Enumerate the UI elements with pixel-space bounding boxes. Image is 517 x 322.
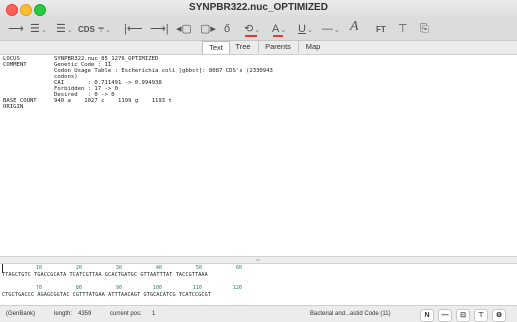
sequence-line: CTGCTGACCC AGAGCGGTAC CGTTTATGAA ATTTAAC…	[2, 292, 212, 298]
link-icon: ⟲	[244, 23, 254, 35]
chevron-down-icon: ⌄	[66, 27, 73, 34]
copy-icon[interactable]: ⎘	[420, 21, 429, 37]
font-icon[interactable]: A	[350, 19, 359, 35]
translate-icon[interactable]: ⊤	[398, 21, 408, 37]
chevron-down-icon: ⌄	[334, 27, 340, 34]
status-bar: (GenBank) length: 4359 current pos: 1 Ba…	[0, 305, 517, 322]
title-bar: SYNPBR322.nuc_OPTIMIZED	[0, 0, 517, 18]
position-number: 60	[235, 265, 242, 271]
ft-button[interactable]: FT	[376, 22, 386, 38]
position-number: 90	[115, 285, 122, 291]
mark-icon: ő	[224, 23, 231, 35]
sequence-block: 10 20 30 40 50 60 TTAGCTGTC TGACCGCATA T…	[2, 265, 510, 279]
minus-button[interactable]: —	[438, 309, 452, 322]
chevron-down-icon: ⌄	[105, 27, 112, 34]
chevron-down-icon: ⌄	[280, 27, 287, 34]
position-number: 30	[115, 265, 122, 271]
settings-icon[interactable]: ⚙	[492, 309, 506, 322]
format-label: (GenBank)	[6, 311, 36, 317]
origin-row: ORIGIN	[3, 104, 24, 110]
n-button[interactable]: N	[420, 309, 434, 322]
position-number: 50	[195, 265, 202, 271]
select-left-icon[interactable]: ◂▢	[176, 21, 192, 37]
font-color-indicator	[273, 35, 283, 37]
view-tabs: Text Tree Parents Map	[0, 41, 517, 55]
chevron-down-icon: ⌄	[254, 27, 261, 34]
position-number: 120	[232, 285, 242, 291]
tab-text[interactable]: Text	[202, 41, 230, 54]
genetic-code-label[interactable]: Bacterial and...astid Code (11)	[310, 311, 391, 317]
mark-dropdown[interactable]: ő	[224, 21, 230, 37]
chevron-down-icon: ⌄	[40, 27, 47, 34]
chevron-down-icon: ⌄	[306, 27, 313, 34]
align-lines-icon: ☰	[30, 23, 40, 35]
length-label: length:	[54, 311, 73, 317]
tab-parents[interactable]: Parents	[258, 41, 297, 53]
position-number: 40	[155, 265, 162, 271]
tab-map[interactable]: Map	[298, 41, 327, 53]
position-number: 100	[152, 285, 162, 291]
ruler-dropdown[interactable]: ⫧⌄	[98, 21, 111, 37]
list-lines-icon: ☰	[56, 23, 66, 35]
ruler-icon: ⫧	[98, 23, 105, 35]
wrap-arrow-icon[interactable]: ⟶	[8, 21, 24, 37]
lock-icon[interactable]: ⊡	[456, 309, 470, 322]
window-title: SYNPBR322.nuc_OPTIMIZED	[189, 2, 328, 13]
strike-dropdown[interactable]: —⌄	[322, 21, 340, 37]
position-number: 20	[75, 265, 82, 271]
align-dropdown[interactable]: ☰⌄	[30, 21, 47, 37]
grip-icon: •••	[256, 257, 261, 262]
select-right-icon[interactable]: ▢▸	[200, 21, 216, 37]
list-dropdown[interactable]: ☰⌄	[56, 21, 73, 37]
pin-icon[interactable]: ⊤	[474, 309, 488, 322]
position-number: 70	[35, 285, 42, 291]
jump-end-icon[interactable]: ⟶|	[150, 21, 169, 37]
underline-icon: U	[298, 23, 306, 35]
position-value: 1	[152, 311, 156, 317]
position-number: 110	[192, 285, 202, 291]
underline-dropdown[interactable]: U⌄	[298, 21, 313, 37]
tab-tree[interactable]: Tree	[230, 41, 256, 53]
app-window: SYNPBR322.nuc_OPTIMIZED ⟶ ☰⌄ ☰⌄ CDS ⫧⌄ |…	[0, 0, 517, 322]
sequence-line: TTAGCTGTC TGACCGCATA TCATCGTTAA GCACTGAT…	[2, 272, 208, 278]
strike-icon: —	[322, 23, 333, 35]
jump-start-icon[interactable]: |⟵	[124, 21, 143, 37]
position-number: 80	[75, 285, 82, 291]
position-label: current pos:	[110, 311, 142, 317]
font-color-icon: A	[272, 23, 280, 35]
length-value: 4359	[78, 311, 92, 317]
toolbar: ⟶ ☰⌄ ☰⌄ CDS ⫧⌄ |⟵ ⟶| ◂▢ ▢▸ ő ⟲⌄ A⌄ U⌄ —⌄…	[0, 18, 517, 41]
sequence-block: 70 80 90 100 110 120 CTGCTGACCC AGAGCGGT…	[2, 285, 510, 299]
sequence-pane[interactable]: 10 20 30 40 50 60 TTAGCTGTC TGACCGCATA T…	[0, 263, 517, 305]
record-header: LOCUS SYNPBR322.nuc_85_1276_OPTIMIZED COM…	[0, 55, 517, 256]
cds-button[interactable]: CDS	[78, 22, 95, 38]
color-dropdown[interactable]: ⟲⌄	[244, 21, 260, 37]
position-number: 10	[35, 265, 42, 271]
font-color-dropdown[interactable]: A⌄	[272, 21, 286, 37]
color-indicator	[245, 35, 257, 37]
